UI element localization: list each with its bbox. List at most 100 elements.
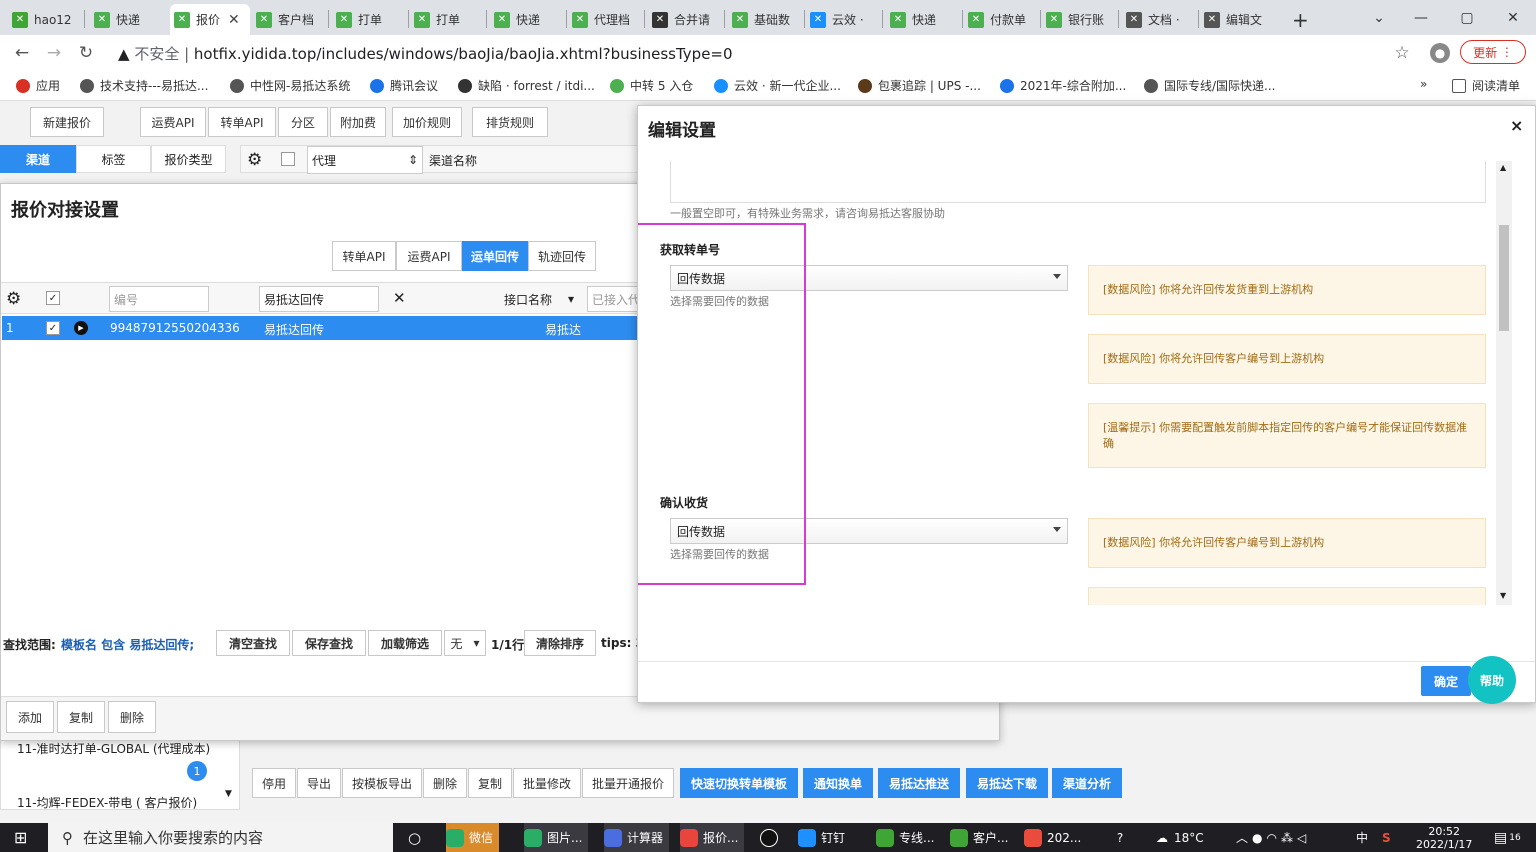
qq-icon[interactable] xyxy=(760,823,783,852)
bookmark-item[interactable]: 国际专线/国际快递... xyxy=(1144,77,1276,94)
column-dropdown-icon[interactable]: ▾ xyxy=(559,286,583,312)
windows-start-icon[interactable]: ⊞ xyxy=(14,823,27,852)
ime-indicator[interactable]: 中 xyxy=(1356,823,1368,852)
taskbar-search-input[interactable]: ⚲ 在这里输入你要搜索的内容 xyxy=(48,823,393,852)
list-item[interactable]: 11-均辉-FEDEX-带电 ( 客户报价) xyxy=(17,795,197,810)
more-bookmarks-icon[interactable]: » xyxy=(1420,77,1427,91)
code-filter-input[interactable]: 编号 xyxy=(109,286,209,312)
help-circle-icon[interactable]: ? xyxy=(1108,823,1132,852)
connected-filter-input[interactable]: 已接入代 xyxy=(587,286,641,312)
toolbar-button[interactable]: 运费API xyxy=(140,107,206,137)
browser-tab[interactable]: ✕ 快递 xyxy=(886,4,958,35)
task-view-icon[interactable]: ○ xyxy=(408,823,421,852)
settings-gear-icon[interactable]: ⚙ xyxy=(247,150,262,170)
browser-tab[interactable]: ✕ 打单 xyxy=(332,4,404,35)
taskbar-app[interactable]: 客户... xyxy=(950,823,1008,852)
scroll-down-icon[interactable]: ▼ xyxy=(1500,591,1506,600)
taskbar-app[interactable]: 微信 xyxy=(446,823,500,852)
browser-tab[interactable]: ✕ 快递 xyxy=(90,4,162,35)
bottom-action-button[interactable]: 删除 xyxy=(423,768,467,798)
update-button[interactable]: 更新 ⋮ xyxy=(1460,40,1526,64)
bookmark-item[interactable]: 中转 5 入仓 xyxy=(610,77,693,94)
tab-search-icon[interactable]: ⌄ xyxy=(1356,0,1402,35)
integration-tab[interactable]: 轨迹回传 xyxy=(528,241,596,271)
clear-filter-icon[interactable]: ✕ xyxy=(393,289,406,307)
browser-tab[interactable]: ✕ 付款单 xyxy=(964,4,1036,35)
new-tab-button[interactable]: + xyxy=(1288,4,1313,35)
back-icon[interactable]: ← xyxy=(10,41,34,65)
bookmark-item[interactable]: 应用 xyxy=(16,77,60,94)
clear-sort-button[interactable]: 清除排序 xyxy=(524,630,596,656)
bottom-action-button[interactable]: 易抵达下载 xyxy=(966,768,1048,798)
bottom-action-button[interactable]: 停用 xyxy=(252,768,296,798)
bottom-action-button[interactable]: 易抵达推送 xyxy=(878,768,960,798)
toolbar-button[interactable]: 分区 xyxy=(278,107,328,137)
tab-tag[interactable]: 标签 xyxy=(76,145,151,173)
select-all-checkbox[interactable]: ✓ xyxy=(46,291,60,305)
taskbar-app[interactable]: 钉钉 xyxy=(798,823,845,852)
tab-channel[interactable]: 渠道 xyxy=(0,145,76,173)
tab-quote-type[interactable]: 报价类型 xyxy=(151,145,226,173)
reading-list[interactable]: 阅读清单 xyxy=(1452,77,1520,94)
scroll-down-icon[interactable]: ▼ xyxy=(225,789,232,799)
browser-tab[interactable]: ✕ 编辑文 xyxy=(1200,4,1276,35)
scroll-up-icon[interactable]: ▲ xyxy=(1500,163,1506,172)
confirm-button[interactable]: 确定 xyxy=(1421,666,1471,696)
toolbar-button[interactable]: 新建报价 xyxy=(30,107,104,137)
browser-tab[interactable]: ✕ 打单 xyxy=(410,4,482,35)
settings-gear-icon[interactable]: ⚙ xyxy=(6,289,21,309)
maximize-icon[interactable]: ▢ xyxy=(1444,0,1490,35)
scrollbar[interactable]: ▲ ▼ xyxy=(1496,161,1512,605)
table-row[interactable]: 1 ✓ ▶ 99487912550204336 易抵达回传 易抵达 xyxy=(2,316,641,340)
toolbar-button[interactable]: 加价规则 xyxy=(392,107,462,137)
toolbar-button[interactable]: 附加费 xyxy=(330,107,386,137)
weather[interactable]: ☁ 18°C xyxy=(1156,823,1204,852)
bookmark-item[interactable]: 云效 · 新一代企业... xyxy=(714,77,841,94)
clock[interactable]: 20:52 2022/1/17 xyxy=(1416,823,1472,852)
select-all-checkbox[interactable] xyxy=(281,152,295,166)
clear-search-button[interactable]: 清空查找 xyxy=(216,630,290,656)
browser-tab[interactable]: ✕ 银行账 xyxy=(1042,4,1114,35)
forward-icon[interactable]: → xyxy=(42,41,66,65)
close-tab-icon[interactable]: ✕ xyxy=(228,12,240,28)
bookmark-item[interactable]: 技术支持---易抵达... xyxy=(80,77,208,94)
agent-column-select[interactable]: 代理 ⇕ xyxy=(307,146,423,174)
scrollbar-thumb[interactable] xyxy=(1499,225,1509,331)
name-filter-input[interactable]: 易抵达回传 xyxy=(259,286,379,312)
close-icon[interactable]: × xyxy=(1510,116,1523,135)
toolbar-button[interactable]: 排货规则 xyxy=(472,107,548,137)
delete-button[interactable]: 删除 xyxy=(108,701,156,733)
bottom-action-button[interactable]: 批量开通报价 xyxy=(582,768,674,798)
profile-avatar-icon[interactable]: ● xyxy=(1430,43,1450,63)
bookmark-item[interactable]: 中性网-易抵达系统 xyxy=(230,77,350,94)
taskbar-app[interactable]: 报价... xyxy=(680,823,745,852)
browser-tab[interactable]: ✕ 合并请 xyxy=(648,4,720,35)
browser-tab[interactable]: ✕ 云效 · xyxy=(806,4,878,35)
copy-button[interactable]: 复制 xyxy=(57,701,105,733)
bookmark-item[interactable]: 缺陷 · forrest / itdi... xyxy=(458,77,595,94)
taskbar-app[interactable]: 202... xyxy=(1024,823,1081,852)
browser-tab[interactable]: ✕ hao12 xyxy=(8,4,80,35)
taskbar-app[interactable]: 图片... xyxy=(524,823,589,852)
bookmark-item[interactable]: 腾讯会议 xyxy=(370,77,438,94)
help-button[interactable]: 帮助 xyxy=(1468,656,1516,704)
row-checkbox[interactable]: ✓ xyxy=(46,321,60,335)
bottom-action-button[interactable]: 渠道分析 xyxy=(1052,768,1122,798)
script-textarea[interactable] xyxy=(670,161,1486,203)
browser-tab[interactable]: ✕ 客户档 xyxy=(252,4,324,35)
integration-tab[interactable]: 运单回传 xyxy=(462,241,528,271)
bottom-action-button[interactable]: 快速切换转单模板 xyxy=(680,768,798,798)
browser-tab[interactable]: ✕ 基础数 xyxy=(728,4,800,35)
play-icon[interactable]: ▶ xyxy=(74,321,88,335)
bookmark-star-icon[interactable]: ☆ xyxy=(1390,41,1414,65)
bookmark-item[interactable]: 包裹追踪 | UPS -... xyxy=(858,77,981,94)
sogou-icon[interactable]: S xyxy=(1382,823,1391,852)
toolbar-button[interactable]: 转单API xyxy=(208,107,276,137)
browser-tab[interactable]: ✕ 代理档 xyxy=(568,4,640,35)
integration-tab[interactable]: 运费API xyxy=(396,241,462,271)
browser-tab[interactable]: ✕ 报价 ✕ xyxy=(170,4,250,35)
browser-tab[interactable]: ✕ 快递 xyxy=(490,4,562,35)
close-window-icon[interactable]: ✕ xyxy=(1490,0,1536,35)
bottom-action-button[interactable]: 通知换单 xyxy=(803,768,873,798)
minimize-icon[interactable]: — xyxy=(1398,0,1444,35)
